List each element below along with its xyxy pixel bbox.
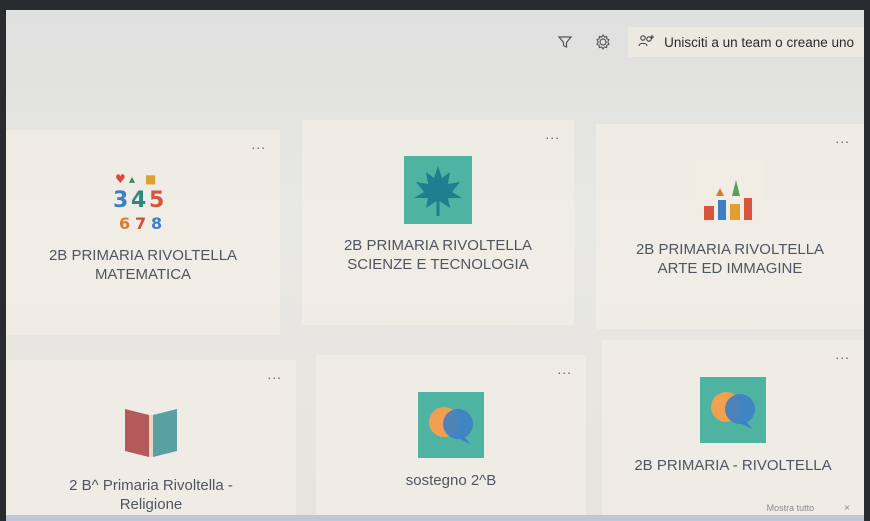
join-team-button[interactable]: Unisciti a un team o creane uno [628,27,864,57]
toolbar: Unisciti a un team o creane uno [552,27,864,57]
svg-text:7: 7 [135,214,146,231]
leaf-icon [404,156,472,224]
more-options-button[interactable]: ... [835,346,850,362]
team-card-2b-primaria[interactable]: ... 2B PRIMARIA - RIVOLTELLA [602,340,864,521]
teams-screen: Unisciti a un team o creane uno ... ♥ ▴ … [6,10,864,521]
numbers-icon: ♥ ▴ ■ 3 4 5 6 7 8 [109,166,177,234]
chat-bubbles-icon [417,391,485,459]
svg-text:4: 4 [131,188,146,213]
more-options-button[interactable]: ... [545,126,560,142]
svg-text:3: 3 [113,188,128,213]
show-all-link[interactable]: Mostra tutto [767,503,815,513]
team-name[interactable]: sostegno 2^B [336,471,566,490]
filter-icon[interactable] [552,29,578,55]
svg-text:5: 5 [149,188,164,213]
chat-bubbles-icon [699,376,767,444]
svg-text:6: 6 [119,214,130,231]
svg-text:▴: ▴ [129,172,135,186]
team-name[interactable]: 2B PRIMARIA RIVOLTELLA MATEMATICA [28,246,258,284]
more-options-button[interactable]: ... [251,136,266,152]
art-icon [696,160,764,228]
team-add-icon [638,34,656,51]
svg-text:♥: ♥ [115,172,126,186]
close-icon[interactable]: × [844,503,850,514]
svg-text:■: ■ [145,172,156,186]
team-name[interactable]: 2B PRIMARIA RIVOLTELLA ARTE ED IMMAGINE [615,240,845,278]
team-name[interactable]: 2B PRIMARIA RIVOLTELLA SCIENZE E TECNOLO… [323,236,553,274]
team-card-arte[interactable]: ... 2B PRIMARIA RIVOLTELLA ARTE ED IMMAG… [596,124,864,329]
team-card-matematica[interactable]: ... ♥ ▴ ■ 3 4 5 6 7 8 2B PRIMARIA RIVOLT… [6,130,280,335]
book-icon [117,396,185,464]
team-name[interactable]: 2B PRIMARIA - RIVOLTELLA [618,456,848,475]
gear-icon[interactable] [590,29,616,55]
more-options-button[interactable]: ... [835,130,850,146]
svg-text:8: 8 [151,214,162,231]
team-card-scienze[interactable]: ... 2B PRIMARIA RIVOLTELLA SCIENZE E TEC… [302,120,574,325]
join-team-label: Unisciti a un team o creane uno [664,34,854,50]
more-options-button[interactable]: ... [557,361,572,377]
more-options-button[interactable]: ... [267,366,282,382]
taskbar-strip [6,515,864,521]
